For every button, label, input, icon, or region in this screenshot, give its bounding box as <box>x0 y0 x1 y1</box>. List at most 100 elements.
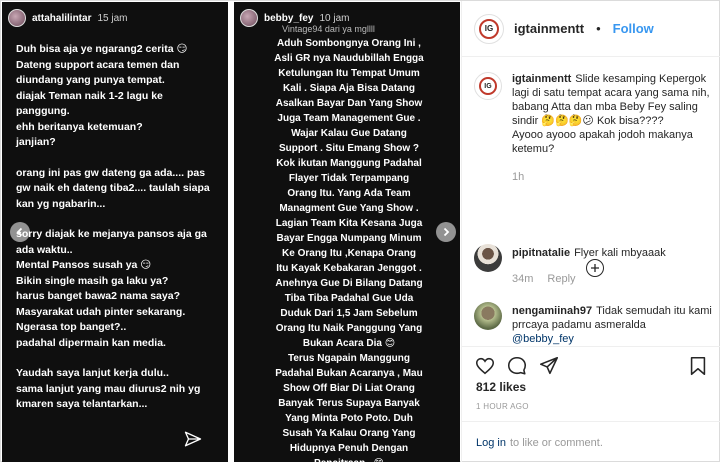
story-time: 10 jam <box>319 12 350 24</box>
story-screenshot-1: attahalilintar 15 jam Duh bisa aja ye ng… <box>2 2 228 462</box>
story-text: Duh bisa aja ye ngarang2 cerita 😏 Dateng … <box>16 42 222 413</box>
bookmark-icon[interactable] <box>687 355 709 377</box>
story-line: Wajar Kalau Gue Datang <box>291 128 407 139</box>
story-line: orang ini pas gw dateng ga ada.... pas <box>16 166 206 179</box>
story-username: attahalilintar <box>32 12 92 24</box>
story-line: Show Off Biar Di Liat Orang <box>283 383 415 394</box>
story-line: Support . Situ Emang Show ? <box>279 143 419 154</box>
story-line: Duh bisa aja ye ngarang2 cerita 😏 <box>16 43 188 55</box>
story-time: 15 jam <box>97 12 128 24</box>
comment-mention[interactable]: @bebby_fey <box>512 332 714 346</box>
story-text: Aduh Sombongnya Orang Ini , Asli GR nya N… <box>242 36 456 462</box>
caption-text-2: Ayooo ayooo apakah jodoh makanya ketemu? <box>512 129 693 155</box>
comment-body: pipitnatalie Flyer kali mbyaaak 34m Reply <box>512 244 666 286</box>
story-line: Padahal Bukan Acaranya , Mau <box>275 368 423 379</box>
story-line: Susah Ya Kalau Orang Yang <box>282 428 416 439</box>
story-line: Kok ikutan Manggung Padahal <box>276 158 422 169</box>
logo-icon: IG <box>479 18 499 39</box>
story-line: ada waktu.. <box>16 243 73 256</box>
story-line: janjian? <box>16 136 56 148</box>
post-timestamp: 1 HOUR AGO <box>476 402 529 411</box>
previous-slide-button[interactable] <box>10 222 30 242</box>
like-count[interactable]: 812 likes <box>476 380 526 394</box>
story-line: Kali . Siapa Aja Bisa Datang <box>283 83 415 94</box>
story-line: Mental Pansos susah ya 😏 <box>16 259 152 271</box>
story-line: Asli GR nya Naudubillah Engga <box>274 53 424 64</box>
story-line: Flayer Tidak Terpampang <box>288 173 410 184</box>
post-frame: attahalilintar 15 jam Duh bisa aja ye ng… <box>0 0 720 462</box>
story-line: Duduk Dari 1,5 Jam Sebelum <box>280 308 418 319</box>
comment-item: pipitnatalie Flyer kali mbyaaak 34m Reply <box>474 244 714 286</box>
comment-meta: 34m Reply <box>512 272 666 286</box>
story-line: Terus Ngapain Manggung <box>287 353 411 364</box>
post-sidebar: IG igtainmentt • Follow IG igtainmentt Sl… <box>461 1 720 462</box>
login-link[interactable]: Log in <box>476 437 506 449</box>
post-media[interactable]: attahalilintar 15 jam Duh bisa aja ye ng… <box>2 2 460 462</box>
heart-icon[interactable] <box>474 355 496 377</box>
caption-body: igtainmentt Slide kesamping Kepergok lagi… <box>512 72 714 184</box>
story-screenshot-2: bebby_fey 10 jam Vintage94 dari ya mglll… <box>234 2 460 462</box>
story-avatar <box>8 9 26 27</box>
story-line: Orang Itu Naik Panggung Yang <box>275 323 423 334</box>
story-line: harus banget bawa2 nama saya? <box>16 290 180 302</box>
comment-username[interactable]: nengamiinah97 <box>512 305 592 317</box>
story-username: bebby_fey <box>264 12 314 24</box>
story-line: Anehnya Gue Di Bilang Datang <box>275 278 423 289</box>
story-line: Itu Kayak Kebakaran Jenggot . <box>276 263 422 274</box>
comments-section: IG igtainmentt Slide kesamping Kepergok l… <box>462 58 720 348</box>
story-header: attahalilintar 15 jam <box>8 8 127 28</box>
avatar[interactable]: IG <box>474 72 502 100</box>
story-line: Tiba Tiba Padahal Gue Uda <box>284 293 414 304</box>
story-line: Lagian Team Kita Kesana Juga <box>275 218 423 229</box>
story-line: Managment Gue Yang Show . <box>279 203 419 214</box>
story-line: Aduh Sombongnya Orang Ini , <box>277 38 421 49</box>
chevron-left-icon <box>16 227 23 237</box>
caption-time[interactable]: 1h <box>512 170 524 184</box>
avatar[interactable]: IG <box>474 13 504 44</box>
story-line: diundang yang punya tempat. <box>16 74 165 86</box>
comment-body: nengamiinah97 Tidak semudah itu kami prrc… <box>512 302 714 346</box>
comment-item: nengamiinah97 Tidak semudah itu kami prrc… <box>474 302 714 346</box>
story-line: Hidupnya Penuh Dengan <box>289 443 409 454</box>
chevron-right-icon <box>443 227 450 237</box>
comment-icon[interactable] <box>506 355 528 377</box>
caption-username[interactable]: igtainmentt <box>512 73 571 85</box>
story-line: Masyarakat udah pinter sekarang. <box>16 305 186 318</box>
story-line: Ketulungan Itu Tempat Umum <box>278 68 420 79</box>
story-line: sama lanjut yang mau diurus2 nih yg <box>16 382 201 395</box>
story-line: gw naik eh dateng tiba2.... taulah siapa <box>16 182 210 194</box>
comment-text: Flyer kali mbyaaak <box>574 247 666 259</box>
avatar[interactable] <box>474 302 502 330</box>
reply-button[interactable]: Reply <box>547 272 575 286</box>
separator: • <box>596 21 601 36</box>
next-slide-button[interactable] <box>436 222 456 242</box>
caption: IG igtainmentt Slide kesamping Kepergok l… <box>474 72 714 184</box>
story-subtitle: Vintage94 dari ya mgllll <box>282 24 375 34</box>
story-line: Ke Orang Itu ,Kenapa Orang <box>282 248 416 259</box>
story-line: padahal dipermain kan media. <box>16 336 166 349</box>
story-line: Banyak Terus Supaya Banyak <box>278 398 420 409</box>
story-line: panggung. <box>16 105 70 117</box>
story-line: Yang Minta Poto Poto. Duh <box>285 413 413 424</box>
story-line: sorry diajak ke mejanya pansos aja ga <box>16 228 207 240</box>
header-username[interactable]: igtainmentt <box>514 21 584 36</box>
caption-meta: 1h <box>512 170 714 184</box>
login-text: to like or comment. <box>509 436 603 449</box>
story-line: Bukan Acara Dia 😊 <box>302 338 396 349</box>
share-icon[interactable] <box>538 355 560 377</box>
story-line: Juga Team Management Gue . <box>277 113 421 124</box>
comment-username[interactable]: pipitnatalie <box>512 247 570 259</box>
story-avatar <box>240 9 258 27</box>
story-line: ehh beritanya ketemuan? <box>16 120 143 133</box>
logo-icon: IG <box>479 77 497 95</box>
post-header: IG igtainmentt • Follow <box>462 1 720 57</box>
story-line: Orang Itu. Yang Ada Team <box>287 188 411 199</box>
follow-button[interactable]: Follow <box>613 21 654 36</box>
login-prompt: Log in to like or comment. <box>462 421 720 462</box>
comment-time[interactable]: 34m <box>512 272 533 286</box>
avatar[interactable] <box>474 244 502 272</box>
story-line: Asalkan Bayar Dan Yang Show <box>275 98 423 109</box>
